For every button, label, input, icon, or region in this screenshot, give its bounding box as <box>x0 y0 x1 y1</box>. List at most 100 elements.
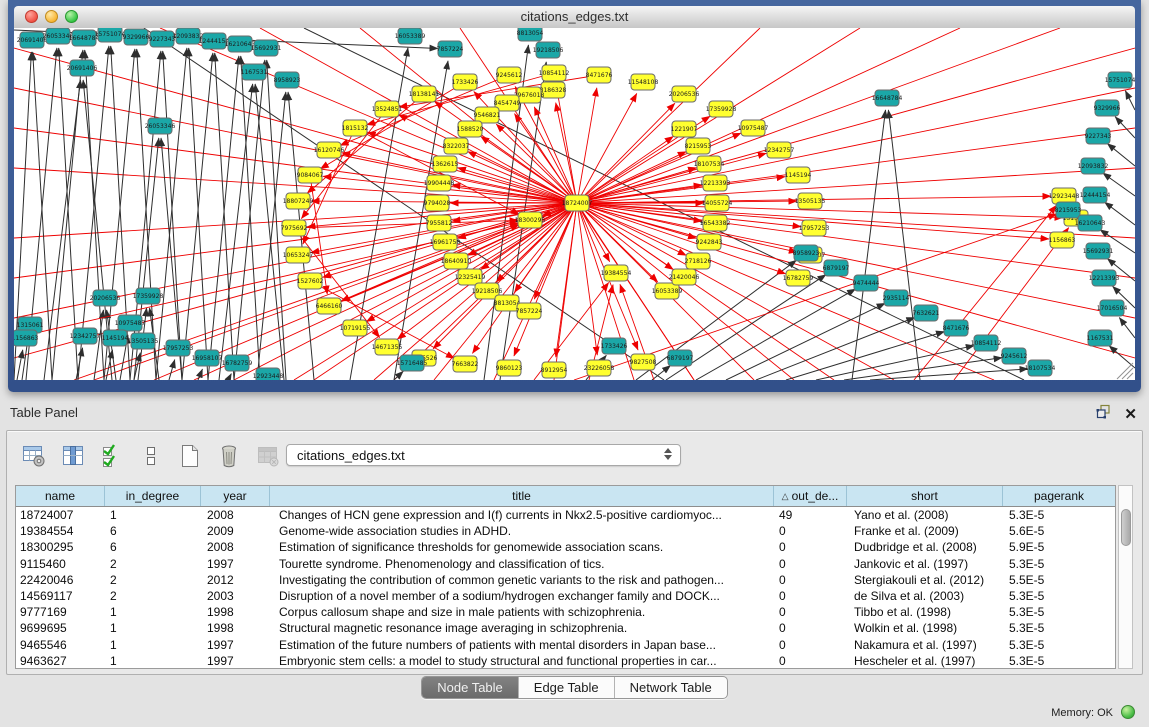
cell-out_de[interactable]: 0 <box>774 540 847 554</box>
graph-node[interactable]: 10975487 <box>115 315 146 331</box>
table-row[interactable]: 977716911998Corpus callosum shape and si… <box>16 604 1115 620</box>
graph-node[interactable]: 9242843 <box>696 234 723 250</box>
graph-node[interactable]: 9245612 <box>496 67 523 83</box>
graph-node[interactable]: 2935114 <box>883 290 910 306</box>
graph-node[interactable]: 9860123 <box>496 360 523 376</box>
cell-in_degree[interactable]: 1 <box>105 621 201 635</box>
cell-pagerank[interactable]: 5.3E-5 <box>1003 557 1115 571</box>
graph-node[interactable]: 13524851 <box>372 101 403 117</box>
graph-node[interactable]: 16782759 <box>783 270 814 286</box>
graph-node[interactable]: 15751074 <box>95 28 126 42</box>
cell-pagerank[interactable]: 5.3E-5 <box>1003 605 1115 619</box>
memory-status-icon[interactable] <box>1121 705 1135 719</box>
table-row[interactable]: 911546021997Tourette syndrome. Phenomeno… <box>16 556 1115 572</box>
graph-node[interactable]: 1167531 <box>241 64 268 80</box>
graph-node[interactable]: 12093832 <box>1078 158 1109 174</box>
cell-in_degree[interactable]: 2 <box>105 589 201 603</box>
cell-title[interactable]: Estimation of significance thresholds fo… <box>270 540 774 554</box>
table-options-icon[interactable] <box>19 441 49 471</box>
graph-node[interactable]: 8471676 <box>943 320 970 336</box>
cell-year[interactable]: 1997 <box>201 638 270 652</box>
graph-node[interactable]: 7857224 <box>516 303 543 319</box>
network-view-window[interactable]: citations_edges.txt 20691406260533461664… <box>8 0 1141 392</box>
cell-pagerank[interactable]: 5.3E-5 <box>1003 589 1115 603</box>
graph-node[interactable]: 14055724 <box>702 195 733 211</box>
cell-pagerank[interactable]: 5.3E-5 <box>1003 621 1115 635</box>
table-row[interactable]: 1938455462009Genome-wide association stu… <box>16 523 1115 539</box>
graph-node[interactable]: 8912954 <box>541 362 568 378</box>
cell-out_de[interactable]: 0 <box>774 605 847 619</box>
cell-title[interactable]: Structural magnetic resonance image aver… <box>270 621 774 635</box>
resize-grip-icon[interactable] <box>1122 368 1133 379</box>
graph-node[interactable]: 20206536 <box>90 290 121 306</box>
column-header-name[interactable]: name <box>16 486 105 506</box>
graph-node[interactable]: 6879197 <box>823 260 850 276</box>
cell-short[interactable]: Dudbridge et al. (2008) <box>847 540 1003 554</box>
graph-node[interactable]: 18300295 <box>515 212 546 228</box>
cell-title[interactable]: Investigating the contribution of common… <box>270 573 774 587</box>
graph-node[interactable]: 1145194 <box>785 167 812 183</box>
cell-out_de[interactable]: 0 <box>774 573 847 587</box>
graph-node[interactable]: 12213393 <box>700 175 731 191</box>
cell-in_degree[interactable]: 1 <box>105 508 201 522</box>
cell-title[interactable]: Changes of HCN gene expression and I(f) … <box>270 508 774 522</box>
table-selector-dropdown[interactable]: citations_edges.txt <box>286 444 681 466</box>
cell-in_degree[interactable]: 1 <box>105 654 201 668</box>
graph-node[interactable]: 12342757 <box>70 328 101 344</box>
cell-short[interactable]: Nakamura et al. (1997) <box>847 638 1003 652</box>
cell-in_degree[interactable]: 1 <box>105 605 201 619</box>
graph-node[interactable]: 16961758 <box>430 234 461 250</box>
create-table-icon[interactable] <box>175 441 205 471</box>
graph-node[interactable]: 16958107 <box>192 350 223 366</box>
graph-node[interactable]: 18107534 <box>1025 360 1056 376</box>
graph-node[interactable]: 20206536 <box>669 86 700 102</box>
graph-node[interactable]: 9827508 <box>630 354 657 370</box>
cell-in_degree[interactable]: 2 <box>105 557 201 571</box>
tab-node-table[interactable]: Node Table <box>422 677 519 698</box>
graph-node[interactable]: 1815132 <box>342 120 369 136</box>
graph-node[interactable]: 17359928 <box>133 288 164 304</box>
cell-pagerank[interactable]: 5.5E-5 <box>1003 573 1115 587</box>
cell-out_de[interactable]: 49 <box>774 508 847 522</box>
table-row[interactable]: 969969511998Structural magnetic resonanc… <box>16 620 1115 636</box>
graph-node[interactable]: 12342757 <box>764 142 795 158</box>
resize-grip-icon[interactable] <box>1127 373 1133 379</box>
cell-name[interactable]: 18724007 <box>16 508 105 522</box>
graph-node[interactable]: 16782759 <box>222 355 253 371</box>
graph-node[interactable]: 1156863 <box>14 330 39 346</box>
cell-title[interactable]: Corpus callosum shape and size in male p… <box>270 605 774 619</box>
cell-in_degree[interactable]: 2 <box>105 573 201 587</box>
graph-node[interactable]: 13505135 <box>795 193 826 209</box>
graph-node[interactable]: 1156863 <box>1049 232 1076 248</box>
graph-node[interactable]: 6879197 <box>667 350 694 366</box>
graph-node[interactable]: 19384554 <box>601 265 632 281</box>
cell-short[interactable]: Franke et al. (2009) <box>847 524 1003 538</box>
cell-short[interactable]: Jankovic et al. (1997) <box>847 557 1003 571</box>
graph-node[interactable]: 9329966 <box>123 29 150 45</box>
graph-node[interactable]: 2718126 <box>685 253 712 269</box>
graph-node[interactable]: 15692931 <box>1083 243 1114 259</box>
cell-out_de[interactable]: 0 <box>774 589 847 603</box>
cell-short[interactable]: Yano et al. (2008) <box>847 508 1003 522</box>
graph-node[interactable]: 16543382 <box>700 215 731 231</box>
column-header-short[interactable]: short <box>847 486 1003 506</box>
cell-out_de[interactable]: 0 <box>774 557 847 571</box>
cell-name[interactable]: 9777169 <box>16 605 105 619</box>
graph-node[interactable]: 9084067 <box>297 167 324 183</box>
float-panel-icon[interactable] <box>1096 404 1111 424</box>
scrollbar-thumb[interactable] <box>1121 509 1131 546</box>
column-header-title[interactable]: title <box>270 486 774 506</box>
graph-node[interactable]: 15692931 <box>251 40 282 56</box>
graph-node[interactable]: 16053389 <box>395 28 426 44</box>
graph-node[interactable]: 18807249 <box>283 193 314 209</box>
graph-node[interactable]: 7632621 <box>913 305 940 321</box>
cell-title[interactable]: Genome-wide association studies in ADHD. <box>270 524 774 538</box>
cell-year[interactable]: 2003 <box>201 589 270 603</box>
cell-name[interactable]: 9699695 <box>16 621 105 635</box>
delete-table-icon[interactable] <box>214 441 244 471</box>
graph-node[interactable]: 12213393 <box>1089 270 1120 286</box>
graph-node[interactable]: 10719155 <box>340 320 371 336</box>
graph-node[interactable]: 8215953 <box>1055 202 1082 218</box>
cell-pagerank[interactable]: 5.6E-5 <box>1003 524 1115 538</box>
graph-node[interactable]: 8958923 <box>793 245 820 261</box>
